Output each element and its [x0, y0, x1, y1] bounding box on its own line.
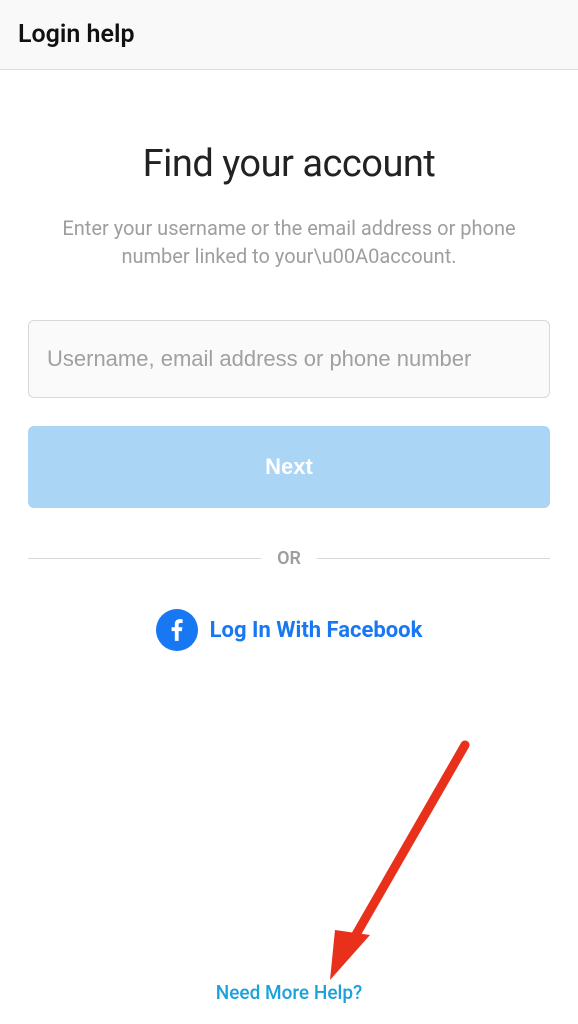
header-bar: Login help — [0, 0, 578, 70]
divider-line — [317, 558, 550, 559]
content-area: Find your account Enter your username or… — [0, 142, 578, 651]
divider-text: OR — [277, 548, 301, 569]
need-more-help-link[interactable]: Need More Help? — [216, 981, 363, 1004]
facebook-login-button[interactable]: Log In With Facebook — [28, 609, 550, 651]
page-subtitle: Enter your username or the email address… — [28, 214, 550, 270]
divider: OR — [28, 548, 550, 569]
footer: Need More Help? — [0, 981, 578, 1004]
facebook-icon — [156, 609, 198, 651]
page-title: Find your account — [28, 142, 550, 186]
arrow-annotation — [320, 735, 490, 995]
next-button[interactable]: Next — [28, 426, 550, 508]
facebook-login-label: Log In With Facebook — [210, 618, 423, 643]
header-title: Login help — [18, 20, 135, 49]
account-input[interactable] — [28, 320, 550, 398]
divider-line — [28, 558, 261, 559]
